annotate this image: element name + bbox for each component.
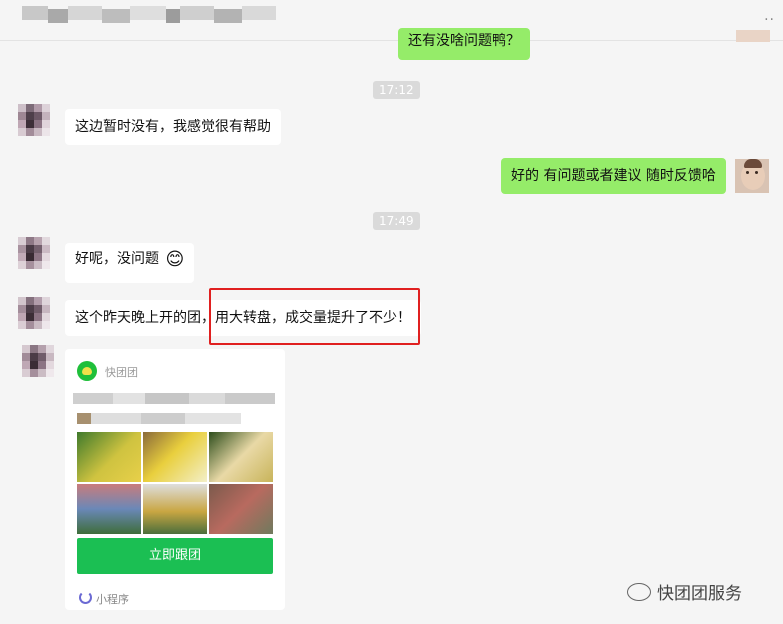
message-bubble-outgoing[interactable]: 还有没啥问题鸭？ [398,28,530,60]
timestamp: 17:12 [373,81,420,99]
product-image [209,432,273,482]
chat-header: ·· [0,0,783,41]
avatar[interactable] [18,297,52,331]
mini-program-label: 小程序 [96,593,129,606]
watermark-text: 快团团服务 [657,584,742,604]
timestamp: 17:49 [373,212,420,230]
product-image [77,484,141,534]
avatar[interactable] [22,345,56,379]
product-image [143,432,207,482]
smile-emoji-icon: 😊 [165,249,185,270]
mini-program-footer: 小程序 [79,591,129,607]
product-image [77,432,141,482]
mini-program-card[interactable]: 快团团 立即跟团 小程序 [65,349,285,610]
avatar[interactable] [18,237,52,271]
message-bubble-outgoing[interactable]: 好的 有问题或者建议 随时反馈哈 [501,158,726,194]
product-image-grid[interactable] [77,432,273,607]
mini-program-icon [79,591,92,604]
message-bubble-incoming[interactable]: 这边暂时没有，我感觉很有帮助 [65,109,281,145]
message-text: 好呢，没问题 [75,251,159,267]
avatar[interactable] [18,104,52,138]
mini-program-app-name: 快团团 [105,366,138,379]
more-options-icon[interactable]: ·· [764,12,775,28]
product-image [209,484,273,534]
join-group-button[interactable]: 立即跟团 [77,538,273,574]
product-image [143,484,207,534]
avatar[interactable] [735,159,769,193]
highlight-box [209,288,420,345]
kuaituantuan-logo-icon [77,361,97,381]
message-bubble-incoming[interactable]: 好呢，没问题 😊 [65,243,195,283]
wechat-official-account-icon [627,583,651,601]
watermark: 快团团服务 [627,579,742,604]
avatar[interactable] [736,30,770,42]
